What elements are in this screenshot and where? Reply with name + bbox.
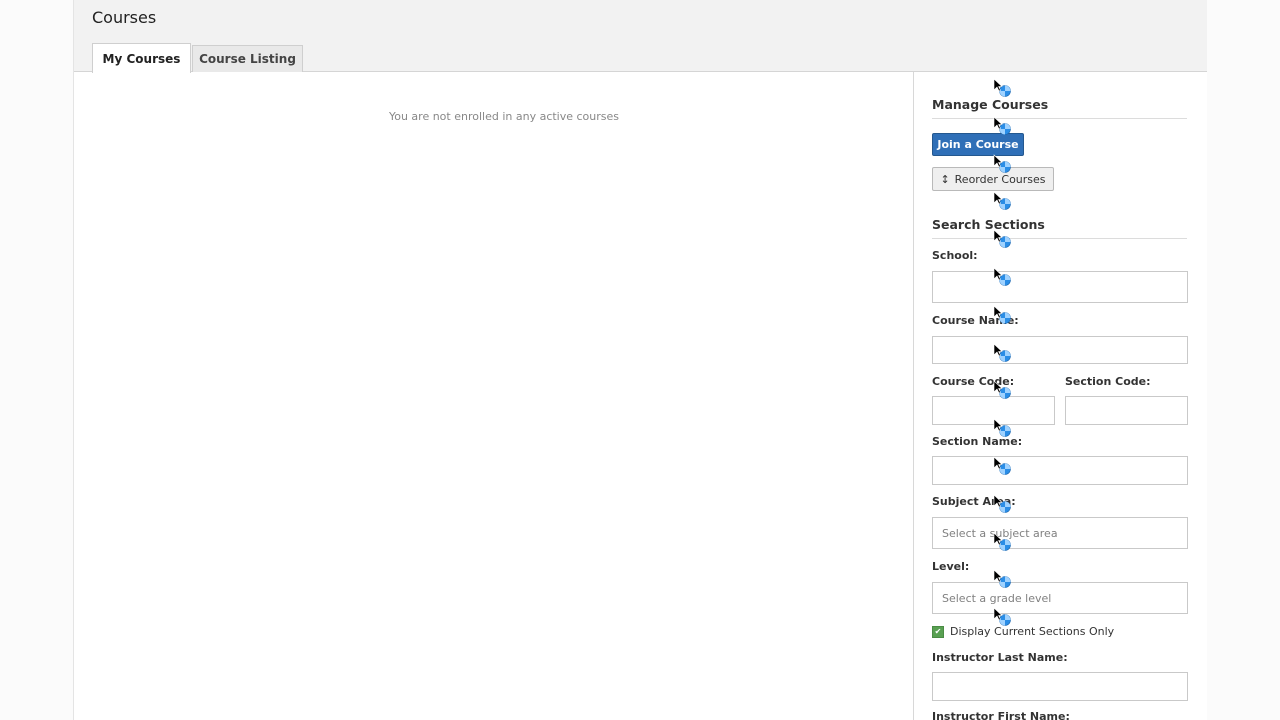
section-name-input[interactable] <box>932 456 1188 485</box>
reorder-courses-label: Reorder Courses <box>954 172 1046 186</box>
search-sections-heading: Search Sections <box>932 217 1187 239</box>
reorder-courses-button[interactable]: ↕ Reorder Courses <box>932 167 1054 191</box>
page-title: Courses <box>92 8 157 27</box>
left-gutter <box>0 0 73 720</box>
instructor-last-name-input[interactable] <box>932 672 1188 701</box>
course-code-input[interactable] <box>932 396 1055 425</box>
subject-area-select[interactable]: Select a subject area <box>932 517 1188 549</box>
level-placeholder: Select a grade level <box>942 591 1052 605</box>
tab-course-listing[interactable]: Course Listing <box>192 45 303 72</box>
level-label: Level: <box>932 560 970 573</box>
current-sections-checkbox[interactable]: ✔ <box>932 625 944 638</box>
instructor-first-name-label: Instructor First Name: <box>932 710 1070 720</box>
join-course-button[interactable]: Join a Course <box>932 133 1024 156</box>
subject-area-placeholder: Select a subject area <box>942 526 1058 540</box>
subject-area-label: Subject Area: <box>932 495 1016 508</box>
vertical-arrows-icon: ↕ <box>940 172 950 186</box>
page: Courses My Courses Course Listing You ar… <box>0 0 1280 720</box>
tab-my-courses[interactable]: My Courses <box>92 43 191 73</box>
level-select[interactable]: Select a grade level <box>932 582 1188 614</box>
section-code-input[interactable] <box>1065 396 1188 425</box>
course-name-label: Course Name: <box>932 314 1019 327</box>
course-code-label: Course Code: <box>932 375 1015 388</box>
instructor-last-name-label: Instructor Last Name: <box>932 651 1068 664</box>
empty-courses-message: You are not enrolled in any active cours… <box>388 110 620 123</box>
main-panel: Courses My Courses Course Listing You ar… <box>73 0 1207 720</box>
school-input[interactable] <box>932 271 1188 303</box>
section-name-label: Section Name: <box>932 435 1023 448</box>
current-sections-label: Display Current Sections Only <box>950 625 1115 638</box>
course-name-input[interactable] <box>932 336 1188 364</box>
section-code-label: Section Code: <box>1065 375 1151 388</box>
right-gutter <box>1207 0 1280 720</box>
school-label: School: <box>932 249 978 262</box>
current-sections-row[interactable]: ✔ Display Current Sections Only <box>932 625 1114 638</box>
manage-courses-heading: Manage Courses <box>932 97 1187 119</box>
page-header: Courses My Courses Course Listing <box>74 0 1207 73</box>
sidebar: Manage Courses Join a Course ↕ Reorder C… <box>913 72 1206 720</box>
